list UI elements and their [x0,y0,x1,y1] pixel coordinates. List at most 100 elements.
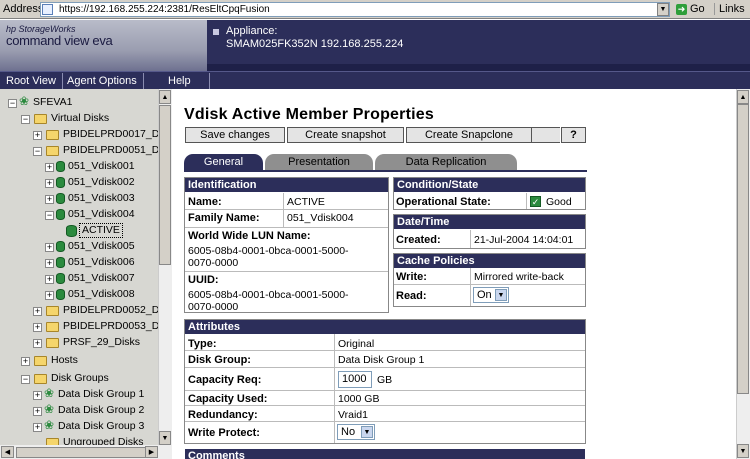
capacity-req-input[interactable]: 1000 [338,371,372,388]
help-button[interactable]: ? [561,127,586,143]
redundancy-label: Redundancy: [188,409,258,421]
expand-icon[interactable]: + [33,391,42,400]
collapse-icon[interactable]: − [21,375,30,384]
expand-icon[interactable]: + [33,323,42,332]
save-changes-button[interactable]: Save changes [185,127,285,143]
tab-data-replication[interactable]: Data Replication [375,154,517,171]
expand-icon[interactable]: + [33,339,42,348]
tree-node-data-disk-group-1[interactable]: Data Disk Group 1 [58,387,144,402]
tree-node-vdisk004[interactable]: 051_Vdisk004 [68,207,135,222]
go-button[interactable]: Go [690,3,705,15]
tree-node-vdisk001[interactable]: 051_Vdisk001 [68,159,135,174]
scroll-right-icon[interactable]: ▶ [145,446,158,458]
scroll-down-icon[interactable]: ▼ [737,444,749,458]
scroll-left-icon[interactable]: ◀ [1,446,14,458]
menu-root-view[interactable]: Root View [0,73,63,89]
write-protect-label: Write Protect: [188,427,260,439]
family-name-label: Family Name: [188,212,260,224]
expand-icon[interactable]: + [45,259,54,268]
collapse-icon[interactable]: − [45,211,54,220]
tree-node-data-disk-group-2[interactable]: Data Disk Group 2 [58,403,144,418]
content-scroll-thumb[interactable] [737,104,749,394]
condition-heading: Condition/State [394,178,585,192]
expand-icon[interactable]: + [33,423,42,432]
page-icon [42,4,53,15]
write-policy-value: Mirrored write-back [474,271,564,283]
uuid-value-line1: 6005-08b4-0001-0bca-0001-5000- [188,289,349,301]
chevron-down-icon[interactable]: ▼ [495,289,507,301]
vdisk-icon [56,177,65,188]
divider [470,268,471,306]
folder-icon [46,130,59,140]
collapse-icon[interactable]: − [21,115,30,124]
scroll-up-icon[interactable]: ▲ [159,90,171,104]
tree-node-prsf-29[interactable]: PRSF_29_Disks [63,335,140,350]
scroll-up-icon[interactable]: ▲ [737,90,749,104]
collapse-icon[interactable]: − [33,147,42,156]
vdisk-icon [56,289,65,300]
expand-icon[interactable]: + [45,291,54,300]
tree-node-vdisk003[interactable]: 051_Vdisk003 [68,191,135,206]
tab-presentation[interactable]: Presentation [265,154,373,171]
tree-scroll-thumb[interactable] [159,105,171,265]
uuid-label: UUID: [188,274,219,286]
address-label: Address [3,3,44,15]
folder-icon [46,322,59,332]
expand-icon[interactable]: + [45,179,54,188]
menu-agent-options[interactable]: Agent Options [61,73,144,89]
menu-help[interactable]: Help [150,73,210,89]
expand-icon[interactable]: + [45,275,54,284]
divider [185,405,585,406]
divider [470,230,471,248]
cache-heading: Cache Policies [394,254,585,268]
menu-bar: Root View Agent Options Help [0,71,750,89]
tree-node-disk-groups[interactable]: Disk Groups [51,371,109,386]
expand-icon[interactable]: + [33,407,42,416]
tree-node-sfeva1[interactable]: SFEVA1 [33,95,73,110]
disk-group-label: Disk Group: [188,354,251,366]
tree-node-pbidelprd0017[interactable]: PBIDELPRD0017_Disks [63,127,158,142]
tree-node-hosts[interactable]: Hosts [51,353,78,368]
active-member-icon [66,225,77,237]
divider [185,209,388,210]
uuid-value-line2: 0070-0000 [188,301,239,313]
expand-icon[interactable]: + [45,243,54,252]
tree-hscroll-thumb[interactable] [16,447,146,458]
tree-node-vdisk007[interactable]: 051_Vdisk007 [68,271,135,286]
tree-node-vdisk005[interactable]: 051_Vdisk005 [68,239,135,254]
wwlun-label: World Wide LUN Name: [188,230,311,242]
tab-general[interactable]: General [184,154,263,171]
expand-icon[interactable]: + [45,163,54,172]
tree-node-virtual-disks[interactable]: Virtual Disks [51,111,109,126]
tree-node-pbidelprd0053[interactable]: PBIDELPRD0053_Disks [63,319,158,334]
tab-underline [184,170,587,172]
chevron-down-icon[interactable]: ▼ [361,426,373,438]
brand-logo-line2: command view eva [6,33,113,48]
collapse-icon[interactable]: − [8,99,17,108]
divider [185,421,585,422]
tree-node-active-selected[interactable]: ACTIVE [79,223,123,238]
go-arrow-icon[interactable]: ➜ [676,4,687,15]
expand-icon[interactable]: + [33,131,42,140]
divider [185,350,585,351]
links-button[interactable]: Links [714,3,745,15]
tree-node-pbidelprd0052[interactable]: PBIDELPRD0052_Disks [63,303,158,318]
scroll-down-icon[interactable]: ▼ [159,431,171,445]
tree-node-vdisk008[interactable]: 051_Vdisk008 [68,287,135,302]
comments-heading: Comments [185,449,585,459]
create-snapshot-button[interactable]: Create snapshot [287,127,404,143]
address-dropdown-icon[interactable]: ▼ [657,3,669,16]
tree-node-pbidelprd0051[interactable]: PBIDELPRD0051_Disks [63,143,158,158]
expand-icon[interactable]: + [33,307,42,316]
create-snapclone-button[interactable]: Create Snapclone [406,127,532,143]
tree-node-vdisk002[interactable]: 051_Vdisk002 [68,175,135,190]
folder-icon [46,146,59,156]
expand-icon[interactable]: + [21,357,30,366]
expand-icon[interactable]: + [45,195,54,204]
url-input[interactable]: https://192.168.255.224:2381/ResEltCpqFu… [40,2,670,17]
type-label: Type: [188,338,217,350]
tree-node-data-disk-group-3[interactable]: Data Disk Group 3 [58,419,144,434]
divider [185,227,388,228]
tree-node-vdisk006[interactable]: 051_Vdisk006 [68,255,135,270]
vdisk-icon [56,241,65,252]
